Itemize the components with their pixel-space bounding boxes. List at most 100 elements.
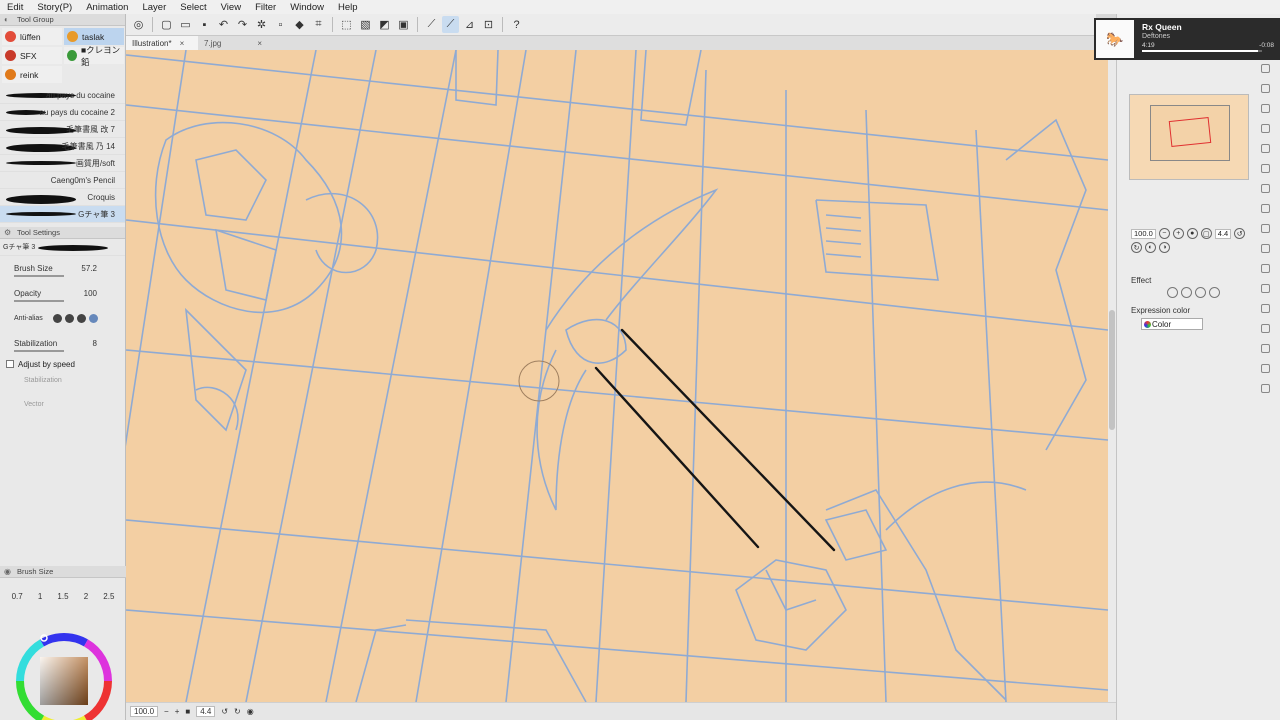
help-icon[interactable]: ?	[508, 16, 525, 33]
fit-icon[interactable]: ■	[185, 707, 190, 716]
color-wheel[interactable]	[14, 631, 114, 720]
app-logo-icon[interactable]: ◎	[130, 16, 147, 33]
sub-tool-item[interactable]: 画質用/soft	[0, 155, 125, 172]
vertical-scrollbar[interactable]	[1108, 50, 1116, 702]
size-preset[interactable]: 0.7	[12, 592, 23, 601]
sub-tool-item[interactable]: 毛筆書風 乃 14	[0, 138, 125, 155]
sub-tool-item[interactable]: 毛筆書風 改 7	[0, 121, 125, 138]
navigator-preview[interactable]	[1129, 94, 1249, 180]
zoom-out-icon[interactable]: −	[164, 707, 169, 716]
menu-filter[interactable]: Filter	[248, 2, 283, 13]
ruler-snap-icon[interactable]: ⟋	[423, 16, 440, 33]
eye-icon[interactable]	[1260, 104, 1270, 113]
eye-icon[interactable]	[1260, 364, 1270, 373]
redo-icon[interactable]: ↷	[234, 16, 251, 33]
brush-size-row[interactable]: Brush Size 57.2	[0, 256, 125, 281]
fit-window-icon[interactable]: ▢	[1200, 228, 1212, 239]
stabilization-value[interactable]: 8	[93, 339, 97, 348]
open-folder-icon[interactable]: ▭	[177, 16, 194, 33]
sub-tool-item[interactable]: Croquis	[0, 189, 125, 206]
reset-rotation-icon[interactable]: ◉	[247, 707, 254, 716]
sub-tool-item[interactable]: au pays du cocaine 2	[0, 104, 125, 121]
tab-7jpg[interactable]: 7.jpg ×	[198, 36, 268, 50]
drawing-canvas[interactable]	[126, 50, 1108, 702]
expression-color-select[interactable]: Color	[1141, 318, 1203, 330]
eye-icon[interactable]	[1260, 204, 1270, 213]
texture-effect-icon[interactable]	[1209, 287, 1220, 298]
zoom-out-icon[interactable]: −	[1158, 228, 1170, 239]
zoom-in-icon[interactable]: +	[1172, 228, 1184, 239]
adjust-speed-checkbox[interactable]: Adjust by speed	[0, 356, 125, 372]
menu-animation[interactable]: Animation	[79, 2, 135, 13]
eye-icon[interactable]	[1260, 84, 1270, 93]
eye-icon[interactable]	[1260, 304, 1270, 313]
eye-icon[interactable]	[1260, 264, 1270, 273]
rotate-right-icon[interactable]: ↻	[234, 707, 241, 716]
eye-icon[interactable]	[1260, 164, 1270, 173]
invert-selection-icon[interactable]: ▧	[357, 16, 374, 33]
undo-icon[interactable]: ↶	[215, 16, 232, 33]
tool-group-reink[interactable]: reink	[2, 66, 62, 83]
navigator-zoom-field[interactable]: 100.0	[1131, 228, 1156, 239]
sub-tool-item[interactable]: au pays du cocaine	[0, 87, 125, 104]
tab-illustration[interactable]: Illustration* ×	[126, 36, 198, 50]
rotate-right-icon[interactable]: ↻	[1131, 242, 1142, 253]
eye-icon[interactable]	[1260, 224, 1270, 233]
size-preset[interactable]: 2	[84, 592, 88, 601]
opacity-row[interactable]: Opacity 100	[0, 281, 125, 306]
eye-icon[interactable]	[1260, 184, 1270, 193]
size-preset[interactable]: 1.5	[57, 592, 68, 601]
tool-group-sfx[interactable]: SFX	[2, 47, 62, 64]
eye-icon[interactable]	[1260, 324, 1270, 333]
fill-icon[interactable]: ◆	[291, 16, 308, 33]
tool-group-taslak[interactable]: taslak	[64, 28, 124, 45]
size-preset[interactable]: 1	[38, 592, 42, 601]
checkbox-box[interactable]	[6, 360, 14, 368]
antialias-options[interactable]	[52, 314, 98, 323]
sub-tool-item-selected[interactable]: Gチャ筆 3	[0, 206, 125, 223]
eye-icon[interactable]	[1260, 384, 1270, 393]
rotate-left-icon[interactable]: ↺	[221, 707, 228, 716]
menu-select[interactable]: Select	[173, 2, 213, 13]
opacity-slider[interactable]	[14, 300, 64, 302]
track-progress[interactable]	[1142, 50, 1262, 52]
eye-icon[interactable]	[1260, 244, 1270, 253]
menu-help[interactable]: Help	[331, 2, 365, 13]
crop-icon[interactable]: ▣	[395, 16, 412, 33]
scrollbar-thumb[interactable]	[1109, 310, 1115, 430]
menu-window[interactable]: Window	[283, 2, 331, 13]
close-icon[interactable]: ×	[257, 39, 262, 48]
new-file-icon[interactable]: ▢	[158, 16, 175, 33]
grid-snap-icon[interactable]: ⊿	[461, 16, 478, 33]
opacity-value[interactable]: 100	[84, 289, 97, 298]
flip-vertical-icon[interactable]: ◑	[1159, 242, 1170, 253]
menu-edit[interactable]: Edit	[0, 2, 30, 13]
border-effect-icon[interactable]	[1167, 287, 1178, 298]
tool-group-luffen[interactable]: lüffen	[2, 28, 62, 45]
zoom-field[interactable]: 100.0	[130, 706, 159, 717]
stabilization-row[interactable]: Stabilization 8	[0, 331, 125, 356]
eye-icon[interactable]	[1260, 124, 1270, 133]
menu-view[interactable]: View	[214, 2, 248, 13]
size-preset[interactable]: 2.5	[103, 592, 114, 601]
special-ruler-snap-icon[interactable]: ⟋	[442, 16, 459, 33]
brush-size-slider[interactable]	[14, 275, 64, 277]
perspective-snap-icon[interactable]: ⊡	[480, 16, 497, 33]
layer-color-icon[interactable]	[1195, 287, 1206, 298]
eye-icon[interactable]	[1260, 64, 1270, 73]
close-icon[interactable]: ×	[180, 39, 185, 48]
transform-icon[interactable]: ⌗	[310, 16, 327, 33]
angle-field[interactable]: 4.4	[196, 706, 216, 717]
zoom-in-icon[interactable]: +	[175, 707, 180, 716]
loading-icon[interactable]: ✲	[253, 16, 270, 33]
rotate-left-icon[interactable]: ↺	[1234, 228, 1246, 239]
tool-group-crayon[interactable]: ■クレヨン鉛	[64, 45, 124, 67]
flip-horizontal-icon[interactable]: ◐	[1145, 242, 1156, 253]
clear-icon[interactable]: ▫	[272, 16, 289, 33]
actual-size-icon[interactable]: ●	[1186, 228, 1198, 239]
menu-layer[interactable]: Layer	[135, 2, 173, 13]
deselect-icon[interactable]: ⬚	[338, 16, 355, 33]
brush-size-value[interactable]: 57.2	[81, 264, 97, 273]
media-overlay[interactable]: 🐎 Rx Queen Deftones 4:19 -0:08	[1094, 18, 1280, 60]
tone-effect-icon[interactable]	[1181, 287, 1192, 298]
